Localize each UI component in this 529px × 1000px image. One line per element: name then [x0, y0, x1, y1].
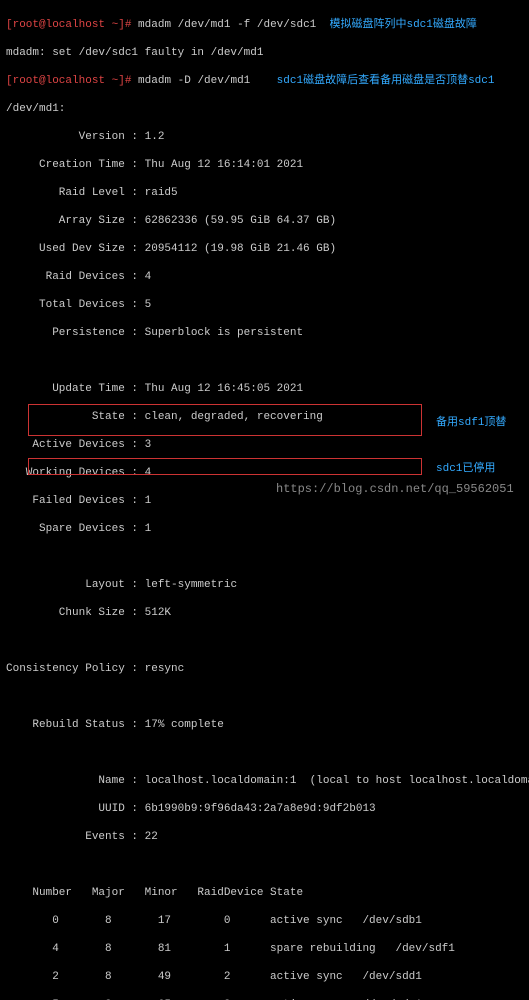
table-header: Number Major Minor RaidDevice State	[6, 886, 523, 900]
kv-version: Version : 1.2	[6, 130, 523, 144]
kv-utime: Update Time : Thu Aug 12 16:45:05 2021	[6, 382, 523, 396]
kv-sdev: Spare Devices : 1	[6, 522, 523, 536]
kv-chunk: Chunk Size : 512K	[6, 606, 523, 620]
kv-adev: Active Devices : 3	[6, 438, 523, 452]
prompt-userhost: [root@localhost ~]	[6, 75, 125, 87]
table-row: 5 8 65 3 active sync /dev/sde1	[6, 998, 523, 1000]
table-row: 4 8 81 1 spare rebuilding /dev/sdf1	[6, 942, 523, 956]
prompt-hash: #	[125, 19, 132, 31]
table-row: 2 8 49 2 active sync /dev/sdd1	[6, 970, 523, 984]
kv-uuid: UUID : 6b1990b9:9f96da43:2a7a8e9d:9df2b0…	[6, 802, 523, 816]
kv-rdev: Raid Devices : 4	[6, 270, 523, 284]
kv-cpolicy: Consistency Policy : resync	[6, 662, 523, 676]
out1: mdadm: set /dev/sdc1 faulty in /dev/md1	[6, 46, 523, 60]
blank	[6, 550, 523, 564]
cmd2: mdadm -D /dev/md1	[138, 75, 250, 87]
device-header: /dev/md1:	[6, 102, 523, 116]
blank	[6, 690, 523, 704]
cmd1: mdadm /dev/md1 -f /dev/sdc1	[138, 19, 316, 31]
blank	[6, 746, 523, 760]
prompt-hash: #	[125, 75, 132, 87]
highlight-box-rebuild	[28, 404, 422, 436]
highlight-box-faulty	[28, 458, 422, 475]
annotation-3: 备用sdf1顶替	[436, 416, 506, 430]
blank	[6, 634, 523, 648]
kv-layout: Layout : left-symmetric	[6, 578, 523, 592]
table-row: 0 8 17 0 active sync /dev/sdb1	[6, 914, 523, 928]
line-cmd2: [root@localhost ~]# mdadm -D /dev/md1 sd…	[6, 74, 523, 88]
kv-pers: Persistence : Superblock is persistent	[6, 326, 523, 340]
watermark: https://blog.csdn.net/qq_59562051	[276, 482, 514, 496]
prompt-userhost: [root@localhost ~]	[6, 19, 125, 31]
annotation-2: sdc1磁盘故障后查看备用磁盘是否顶替sdc1	[277, 75, 495, 87]
kv-ctime: Creation Time : Thu Aug 12 16:14:01 2021	[6, 158, 523, 172]
kv-name: Name : localhost.localdomain:1 (local to…	[6, 774, 523, 788]
kv-asize: Array Size : 62862336 (59.95 GiB 64.37 G…	[6, 214, 523, 228]
line-cmd1: [root@localhost ~]# mdadm /dev/md1 -f /d…	[6, 18, 523, 32]
kv-rlevel: Raid Level : raid5	[6, 186, 523, 200]
kv-tdev: Total Devices : 5	[6, 298, 523, 312]
annotation-1: 模拟磁盘阵列中sdc1磁盘故障	[329, 19, 476, 31]
blank	[6, 354, 523, 368]
kv-fdev: Failed Devices : 1	[6, 494, 523, 508]
blank	[6, 858, 523, 872]
kv-events: Events : 22	[6, 830, 523, 844]
terminal: [root@localhost ~]# mdadm /dev/md1 -f /d…	[0, 0, 529, 1000]
annotation-4: sdc1已停用	[436, 462, 495, 476]
kv-usize: Used Dev Size : 20954112 (19.98 GiB 21.4…	[6, 242, 523, 256]
kv-rebuild: Rebuild Status : 17% complete	[6, 718, 523, 732]
